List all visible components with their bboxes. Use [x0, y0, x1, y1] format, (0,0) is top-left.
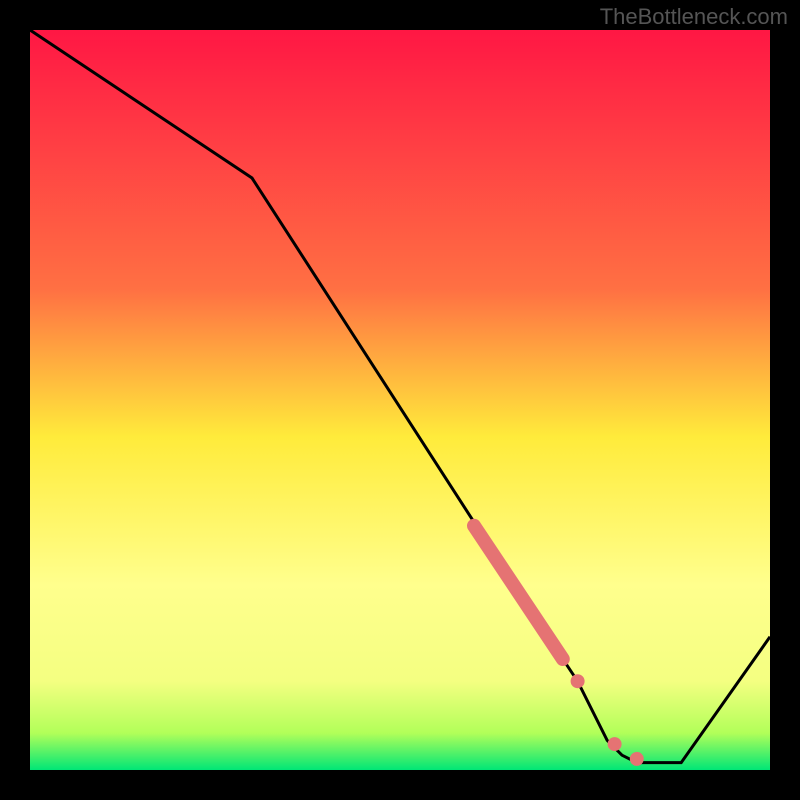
- plot-background: [30, 30, 770, 770]
- highlight-dot: [608, 737, 622, 751]
- bottleneck-chart: [0, 0, 800, 800]
- chart-container: TheBottleneck.com: [0, 0, 800, 800]
- highlight-dot: [571, 674, 585, 688]
- watermark-text: TheBottleneck.com: [600, 4, 788, 30]
- highlight-dot: [630, 752, 644, 766]
